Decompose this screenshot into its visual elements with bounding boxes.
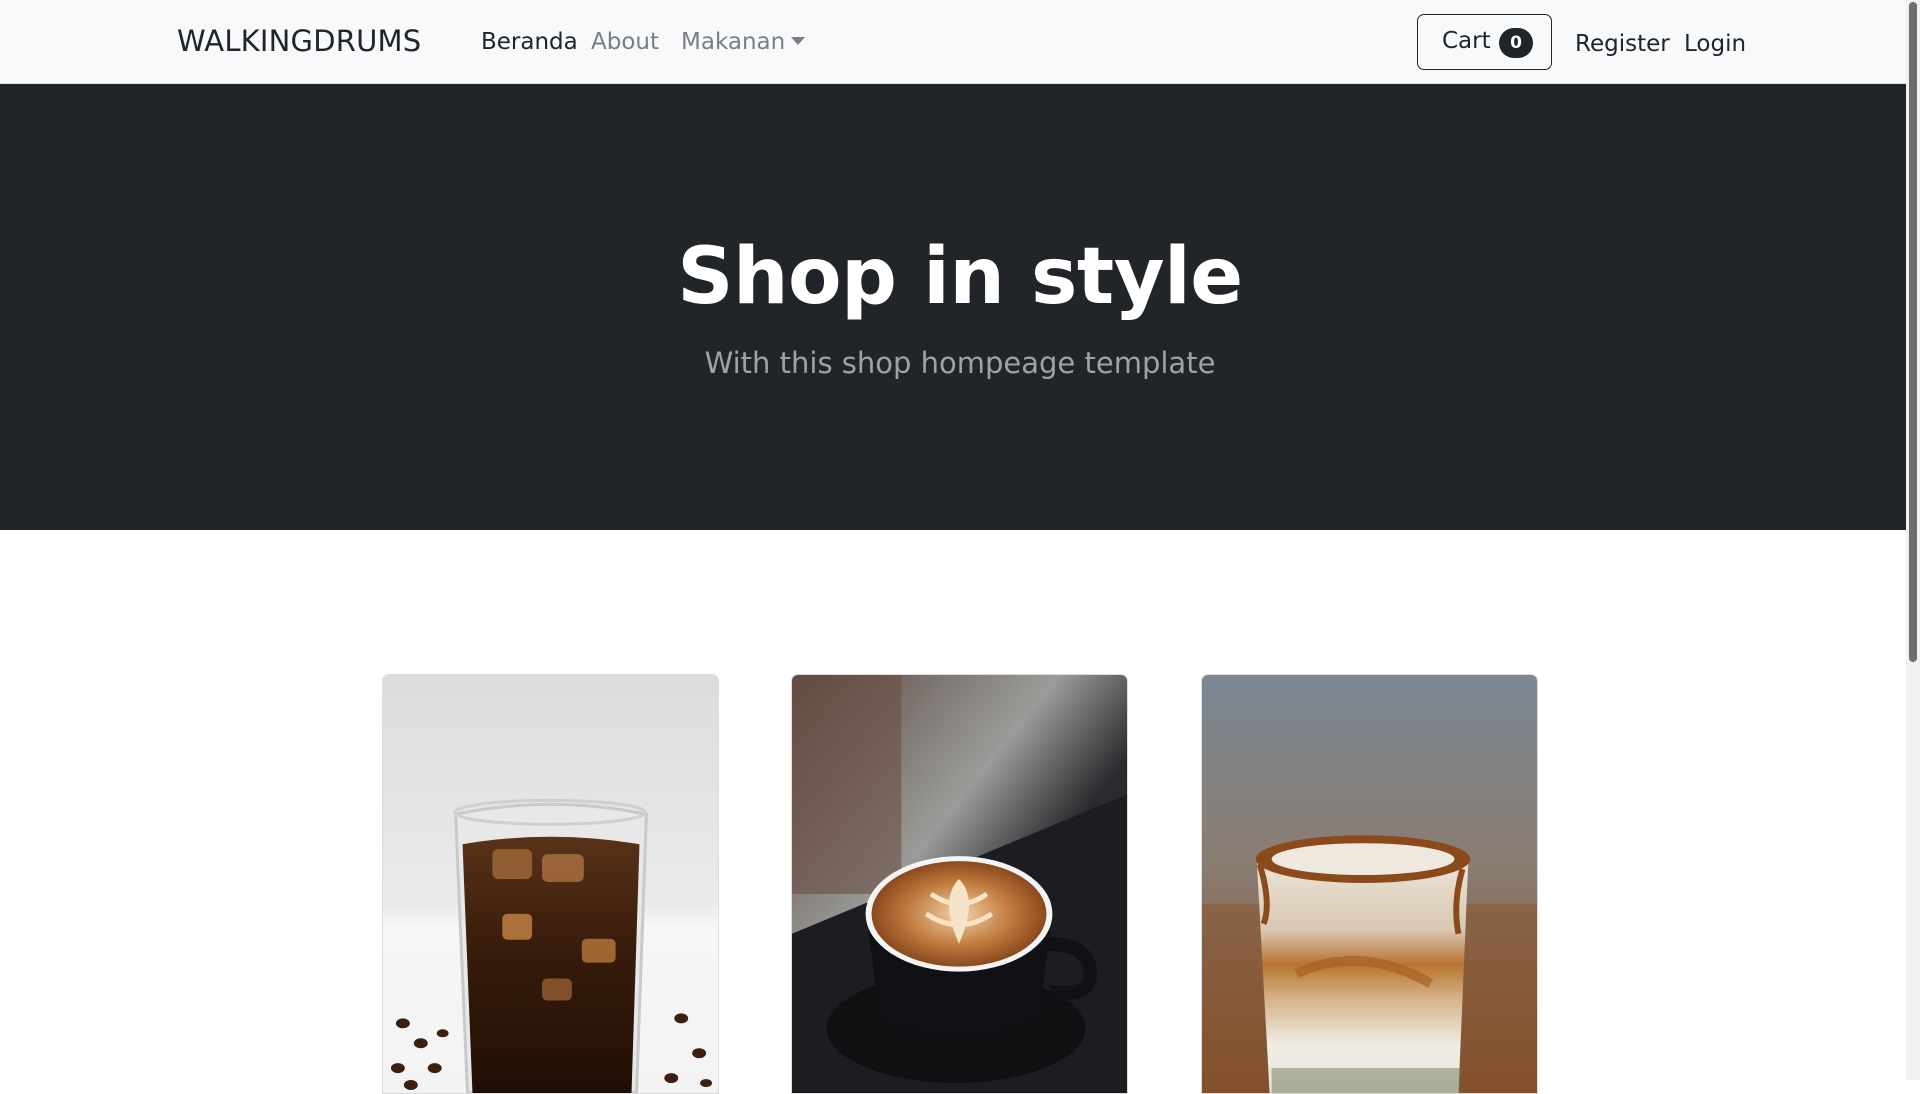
cart-button[interactable]: Cart 0 (1417, 14, 1552, 70)
scrollbar-thumb[interactable] (1909, 2, 1917, 662)
caret-down-icon (791, 37, 806, 45)
login-link[interactable]: Login (1684, 31, 1746, 57)
nav-link-about[interactable]: About (591, 29, 659, 55)
iced-latte-image (1202, 675, 1537, 1093)
nav-dropdown-makanan-label: Makanan (681, 29, 786, 55)
nav-dropdown-makanan[interactable]: Makanan (681, 29, 806, 55)
brand-logo[interactable]: WALKINGDRUMS (177, 24, 421, 58)
page-scrollbar[interactable] (1906, 0, 1920, 1080)
cart-label: Cart (1442, 28, 1491, 54)
cart-count-badge: 0 (1499, 28, 1533, 58)
hero-banner: Shop in style With this shop hompeage te… (0, 84, 1906, 530)
register-link[interactable]: Register (1575, 31, 1670, 57)
iced-americano-image (383, 675, 718, 1093)
navbar: WALKINGDRUMS Beranda About Makanan Cart … (0, 0, 1906, 84)
product-card[interactable] (791, 674, 1128, 1094)
hero-subtitle: With this shop hompeage template (704, 346, 1216, 380)
nav-link-beranda[interactable]: Beranda (481, 29, 578, 55)
product-card[interactable] (1201, 674, 1538, 1094)
hero-title: Shop in style (677, 232, 1243, 322)
product-card[interactable] (382, 674, 719, 1094)
latte-art-image (792, 675, 1127, 1093)
